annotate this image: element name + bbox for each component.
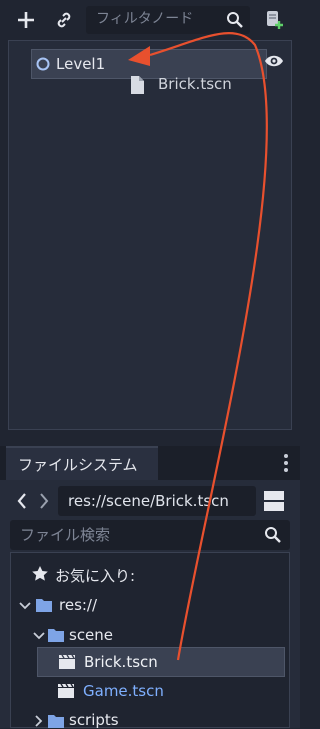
drag-arrow-annotation	[128, 32, 269, 661]
arrow-head-icon	[128, 46, 150, 66]
